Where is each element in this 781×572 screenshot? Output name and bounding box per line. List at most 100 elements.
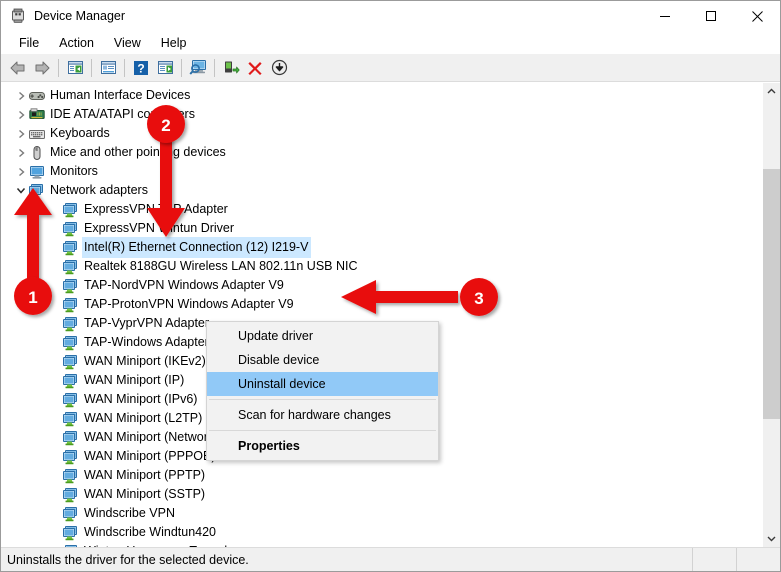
toolbar-separator [58,59,59,77]
tree-item[interactable]: Wintun Userspace Tunnel [1,542,762,547]
tree-item-label: Wintun Userspace Tunnel [84,542,227,547]
minimize-icon [659,10,671,22]
tree-indent [47,428,63,447]
update-driver-icon [157,60,174,76]
tree-item[interactable]: Keyboards [1,124,762,143]
tree-indent [47,466,63,485]
network-adapter-icon [63,354,79,370]
status-bar: Uninstalls the driver for the selected d… [1,547,780,571]
tree-indent [47,257,63,276]
chevron-right-icon[interactable] [13,105,29,124]
context-menu-item-label: Scan for hardware changes [238,408,391,422]
tree-item[interactable]: Windscribe Windtun420 [1,523,762,542]
forward-button[interactable] [30,56,54,79]
show-hide-console-tree-button[interactable] [63,56,87,79]
tree-item[interactable]: Intel(R) Ethernet Connection (12) I219-V [1,238,762,257]
tree-item[interactable]: Realtek 8188GU Wireless LAN 802.11n USB … [1,257,762,276]
uninstall-device-button[interactable] [243,56,267,79]
scan-for-hardware-changes-icon [189,59,208,76]
context-menu-item[interactable]: Update driver [207,324,438,348]
tree-item-label: Human Interface Devices [50,86,190,105]
ide-controllers-icon [29,107,45,123]
scrollbar-thumb[interactable] [763,169,780,419]
scroll-up-button[interactable] [763,83,780,100]
minimize-button[interactable] [642,1,688,31]
network-adapter-icon [63,430,79,446]
context-menu-item[interactable]: Uninstall device [207,372,438,396]
context-menu-item-label: Update driver [238,329,313,343]
tree-item[interactable]: WAN Miniport (PPTP) [1,466,762,485]
network-adapter-icon [63,316,79,332]
window-controls [642,1,780,31]
tree-item[interactable]: IDE ATA/ATAPI controllers [1,105,762,124]
context-menu[interactable]: Update driver Disable device Uninstall dev… [206,321,439,461]
tree-item-label: WAN Miniport (SSTP) [84,485,205,504]
forward-icon [33,60,51,76]
context-menu-item-label: Disable device [238,353,319,367]
tree-item[interactable]: TAP-ProtonVPN Windows Adapter V9 [1,295,762,314]
tree-item[interactable]: TAP-NordVPN Windows Adapter V9 [1,276,762,295]
scan-for-hardware-changes-button[interactable] [186,56,210,79]
network-adapter-icon [63,259,79,275]
tree-item-label: Keyboards [50,124,110,143]
chevron-right-icon[interactable] [13,162,29,181]
close-button[interactable] [734,1,780,31]
maximize-button[interactable] [688,1,734,31]
tree-indent [47,238,63,257]
chevron-down-icon[interactable] [13,181,29,200]
menu-help[interactable]: Help [151,33,197,53]
status-pane-3 [737,548,780,571]
tree-item[interactable]: Windscribe VPN [1,504,762,523]
network-adapter-icon [63,544,79,548]
tree-item[interactable]: Human Interface Devices [1,86,762,105]
chevron-right-icon[interactable] [13,124,29,143]
properties-button[interactable] [96,56,120,79]
tree-item-label: WAN Miniport (IPv6) [84,390,197,409]
chevron-right-icon[interactable] [13,86,29,105]
device-tree[interactable]: Human Interface DevicesIDE ATA/ATAPI con… [1,83,762,547]
disable-device-button[interactable] [267,56,291,79]
tree-item-label: WAN Miniport (IP) [84,371,184,390]
context-menu-separator [209,399,436,400]
monitor-icon [29,164,45,180]
tree-item[interactable]: WAN Miniport (SSTP) [1,485,762,504]
scroll-down-icon [767,535,776,542]
tree-indent [47,333,63,352]
network-adapter-icon [63,240,79,256]
tree-item-label: Windscribe Windtun420 [84,523,216,542]
back-button[interactable] [6,56,30,79]
uninstall-device-icon [247,60,263,76]
scroll-down-button[interactable] [763,530,780,547]
tree-item[interactable]: Network adapters [1,181,762,200]
tree-item[interactable]: ExpressVPN Wintun Driver [1,219,762,238]
tree-item-label: WAN Miniport (PPTP) [84,466,205,485]
context-menu-item[interactable]: Disable device [207,348,438,372]
window-title: Device Manager [34,9,125,23]
context-menu-item[interactable]: Scan for hardware changes [207,403,438,427]
help-icon: ? [133,60,149,76]
status-message: Uninstalls the driver for the selected d… [1,548,693,571]
help-button[interactable]: ? [129,56,153,79]
tree-item[interactable]: ExpressVPN TAP Adapter [1,200,762,219]
update-driver-button[interactable] [153,56,177,79]
menu-view[interactable]: View [104,33,151,53]
network-adapter-icon [63,487,79,503]
menu-action[interactable]: Action [49,33,104,53]
enable-device-button[interactable] [219,56,243,79]
context-menu-item[interactable]: Properties [207,434,438,458]
back-icon [9,60,27,76]
mouse-icon [29,145,45,161]
menu-file[interactable]: File [9,33,49,53]
tree-indent [47,219,63,238]
tree-item[interactable]: Monitors [1,162,762,181]
vertical-scrollbar[interactable] [762,83,780,547]
tree-indent [47,390,63,409]
tree-item-label: WAN Miniport (PPPOE) [84,447,216,466]
content-area: Human Interface DevicesIDE ATA/ATAPI con… [1,82,780,547]
tree-indent [47,352,63,371]
tree-item[interactable]: Mice and other pointing devices [1,143,762,162]
network-adapter-icon [63,335,79,351]
tree-indent [47,409,63,428]
chevron-right-icon[interactable] [13,143,29,162]
disable-device-icon [271,59,288,76]
